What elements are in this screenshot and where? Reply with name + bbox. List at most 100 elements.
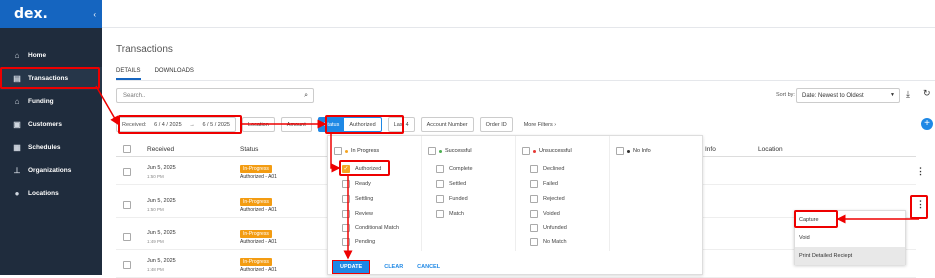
clear-button[interactable]: CLEAR [384, 264, 403, 270]
search-icon[interactable]: ⌕ [304, 92, 308, 100]
menu-item-void[interactable]: Void [795, 229, 905, 247]
date-to[interactable]: 6 / 5 / 2025 [202, 122, 230, 128]
person-card-icon: ▣ [13, 120, 21, 129]
order-id-filter[interactable]: Order ID [479, 117, 513, 132]
select-all-checkbox[interactable] [123, 145, 131, 153]
group-header[interactable]: No Info [616, 147, 651, 155]
tab-downloads[interactable]: DOWNLOADS [155, 68, 194, 80]
row-status-detail: Authorized - A01 [240, 267, 277, 273]
status-option-unfunded[interactable]: Unfunded [530, 224, 567, 232]
last4-filter-label: Last 4 [393, 121, 409, 128]
group-label: No Info [633, 148, 651, 154]
status-option-ready[interactable]: Ready [342, 180, 371, 188]
tab-details[interactable]: DETAILS [116, 68, 141, 80]
more-filters-link[interactable]: More Filters › [518, 117, 562, 132]
sort-select[interactable]: Date: Newest to Oldest ▼ [796, 88, 900, 103]
status-option-failed[interactable]: Failed [530, 180, 558, 188]
option-checkbox[interactable] [342, 195, 350, 203]
sidebar-item-organizations[interactable]: ⊥ Organizations [0, 159, 102, 182]
column-header-received[interactable]: Received [147, 146, 174, 153]
refresh-icon[interactable]: ↻ [923, 88, 931, 99]
sidebar-item-transactions[interactable]: ▤ Transactions [0, 67, 102, 90]
option-checkbox[interactable] [436, 180, 444, 188]
status-option-conditional-match[interactable]: Conditional Match [342, 224, 399, 232]
status-filter[interactable]: Status Authorized [317, 117, 382, 132]
status-option-voided[interactable]: Voided [530, 210, 560, 218]
status-filter-value: Authorized [349, 121, 376, 128]
calendar-icon: ▦ [13, 143, 21, 152]
group-header[interactable]: Successful [428, 147, 472, 155]
row-checkbox[interactable] [123, 168, 131, 176]
group-header[interactable]: Unsuccessful [522, 147, 572, 155]
status-option-complete[interactable]: Complete [436, 165, 473, 173]
download-icon[interactable]: ⤓ [906, 89, 910, 100]
status-dot-icon [439, 149, 442, 153]
add-filter-button[interactable]: + [921, 118, 933, 130]
option-checkbox[interactable] [530, 224, 538, 232]
column-header-info[interactable]: Info [705, 146, 716, 153]
menu-item-print-detailed-receipt[interactable]: Print Detailed Reciept [795, 247, 905, 265]
menu-item-capture[interactable]: Capture [795, 211, 905, 229]
status-filter-label: Status [318, 118, 345, 131]
group-checkbox[interactable] [616, 147, 624, 155]
sidebar-item-funding[interactable]: ⌂ Funding [0, 90, 102, 113]
status-option-match[interactable]: Match [436, 210, 464, 218]
status-option-pending[interactable]: Pending [342, 238, 375, 246]
update-button[interactable]: UPDATE [332, 260, 371, 274]
status-option-funded[interactable]: Funded [436, 195, 468, 203]
option-label: Ready [355, 181, 371, 187]
row-checkbox[interactable] [123, 261, 131, 269]
status-option-declined[interactable]: Declined [530, 165, 564, 173]
option-checkbox[interactable] [530, 165, 538, 173]
chevron-left-icon[interactable]: ‹ [93, 10, 96, 19]
top-bar [102, 0, 935, 28]
option-checkbox[interactable] [342, 224, 350, 232]
option-checkbox[interactable] [342, 180, 350, 188]
date-from[interactable]: 6 / 4 / 2025 [154, 122, 182, 128]
logo[interactable]: dex. [14, 6, 48, 22]
sidebar-item-customers[interactable]: ▣ Customers [0, 113, 102, 136]
column-header-status[interactable]: Status [240, 146, 258, 153]
search-input[interactable]: Search.. ⌕ [116, 88, 314, 103]
status-option-no-match[interactable]: No Match [530, 238, 567, 246]
amount-filter[interactable]: Amount [280, 117, 312, 132]
tab-divider [116, 80, 935, 81]
option-checkbox[interactable] [436, 210, 444, 218]
option-checkbox[interactable] [342, 238, 350, 246]
option-checkbox[interactable] [436, 195, 444, 203]
status-option-settled[interactable]: Settled [436, 180, 466, 188]
group-checkbox[interactable] [522, 147, 530, 155]
status-option-review[interactable]: Review [342, 210, 373, 218]
kebab-menu-icon[interactable]: ⋮ [916, 199, 925, 210]
row-checkbox[interactable] [123, 201, 131, 209]
received-date-filter[interactable]: Received: 6 / 4 / 2025 → 6 / 5 / 2025 [116, 117, 236, 132]
option-checkbox[interactable] [342, 210, 350, 218]
option-checkbox[interactable] [530, 180, 538, 188]
sort-value: Date: Newest to Oldest [802, 93, 864, 99]
option-checkbox[interactable] [436, 165, 444, 173]
status-option-authorized[interactable]: ✓ Authorized [342, 165, 381, 173]
group-checkbox[interactable] [428, 147, 436, 155]
column-header-location[interactable]: Location [758, 146, 783, 153]
status-option-settling[interactable]: Settling [342, 195, 373, 203]
option-checkbox[interactable] [530, 195, 538, 203]
status-option-rejected[interactable]: Rejected [530, 195, 565, 203]
sidebar-item-home[interactable]: ⌂ Home [0, 44, 102, 67]
option-checkbox[interactable] [530, 238, 538, 246]
last4-filter[interactable]: Last 4 [387, 117, 415, 132]
account-number-filter-label: Account Number [426, 121, 468, 128]
group-checkbox[interactable] [334, 147, 342, 155]
row-checkbox[interactable] [123, 233, 131, 241]
kebab-menu-icon[interactable]: ⋮ [916, 166, 925, 177]
account-number-filter[interactable]: Account Number [420, 117, 474, 132]
option-checkbox[interactable] [530, 210, 538, 218]
sidebar-item-locations[interactable]: ● Locations [0, 182, 102, 205]
sidebar-item-schedules[interactable]: ▦ Schedules [0, 136, 102, 159]
group-header[interactable]: In Progress [334, 147, 379, 155]
location-filter-label: Location [248, 121, 269, 128]
row-actions-menu: Capture Void Print Detailed Reciept [794, 210, 906, 265]
cancel-button[interactable]: CANCEL [417, 264, 440, 270]
location-filter[interactable]: Location [242, 117, 275, 132]
sidebar-item-label: Transactions [28, 75, 69, 82]
checkbox-checked-icon[interactable]: ✓ [342, 165, 350, 173]
